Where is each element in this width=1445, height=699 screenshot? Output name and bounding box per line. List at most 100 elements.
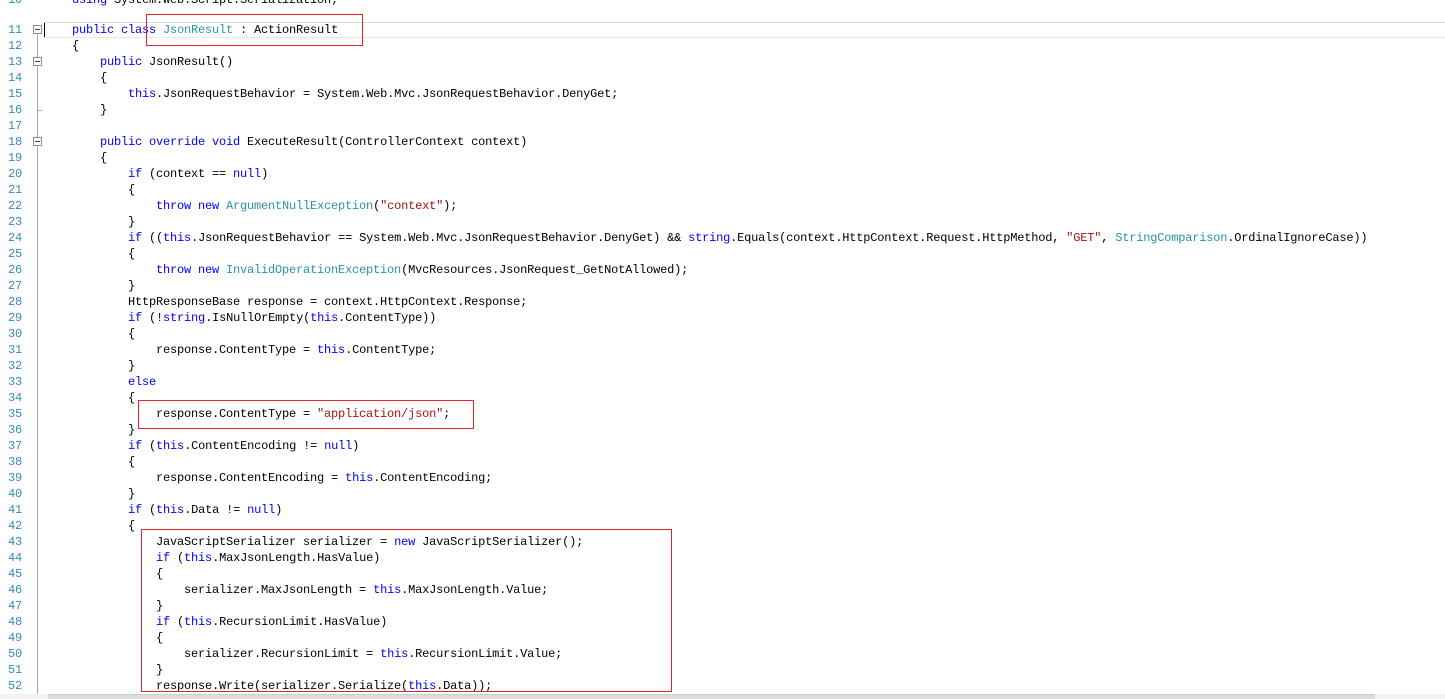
line-number: 11 — [7, 23, 22, 37]
plain-token: .Equals(context.HttpContext.Request.Http… — [730, 231, 1067, 245]
line-number: 14 — [7, 71, 22, 85]
code-text: if (!string.IsNullOrEmpty(this.ContentTy… — [44, 310, 436, 326]
code-text: } — [44, 102, 107, 118]
code-line[interactable]: 39 response.ContentEncoding = this.Conte… — [0, 470, 1445, 486]
code-line[interactable]: 43 JavaScriptSerializer serializer = new… — [0, 534, 1445, 550]
code-line[interactable]: 20 if (context == null) — [0, 166, 1445, 182]
line-number: 24 — [7, 231, 22, 245]
code-line[interactable]: 41 if (this.Data != null) — [0, 502, 1445, 518]
code-line[interactable]: 33 else — [0, 374, 1445, 390]
line-number: 52 — [7, 679, 22, 693]
code-line[interactable]: 46 serializer.MaxJsonLength = this.MaxJs… — [0, 582, 1445, 598]
collapse-icon[interactable] — [33, 137, 42, 146]
code-text: if (this.MaxJsonLength.HasValue) — [44, 550, 380, 566]
line-number: 18 — [7, 135, 22, 149]
collapse-icon[interactable] — [33, 25, 42, 34]
plain-token: } — [44, 359, 136, 373]
code-editor[interactable]: 10 using System.Web.Script.Serialization… — [0, 0, 1445, 699]
code-view[interactable]: 10 using System.Web.Script.Serialization… — [0, 0, 1445, 694]
plain-token: serializer.MaxJsonLength = — [44, 583, 374, 597]
code-line[interactable]: 28 HttpResponseBase response = context.H… — [0, 294, 1445, 310]
line-number: 23 — [7, 215, 22, 229]
horizontal-scrollbar[interactable] — [0, 694, 1445, 699]
line-number: 15 — [7, 87, 22, 101]
code-text: { — [44, 70, 107, 86]
type-token: InvalidOperationException — [219, 263, 402, 277]
code-text: if (this.ContentEncoding != null) — [44, 438, 359, 454]
code-line[interactable]: 18 public override void ExecuteResult(Co… — [0, 134, 1445, 150]
keyword-token: string — [688, 231, 731, 245]
plain-token: .JsonRequestBehavior = System.Web.Mvc.Js… — [156, 87, 619, 101]
code-line[interactable]: 13 public JsonResult() — [0, 54, 1445, 70]
line-number: 39 — [7, 471, 22, 485]
code-text: { — [44, 326, 135, 342]
plain-token: (MvcResources.JsonRequest_GetNotAllowed)… — [401, 263, 689, 277]
code-line[interactable]: 30 { — [0, 326, 1445, 342]
scrollbar-thumb[interactable] — [48, 694, 1375, 699]
code-line[interactable]: 47 } — [0, 598, 1445, 614]
keyword-token: this — [184, 615, 213, 629]
code-line[interactable]: 34 { — [0, 390, 1445, 406]
code-text: public class JsonResult : ActionResult — [44, 22, 338, 38]
code-line[interactable]: 23 } — [0, 214, 1445, 230]
plain-token: System.Web.Script.Serialization; — [107, 0, 339, 7]
code-line[interactable]: 32 } — [0, 358, 1445, 374]
code-line[interactable]: 35 response.ContentType = "application/j… — [0, 406, 1445, 422]
code-line[interactable]: 44 if (this.MaxJsonLength.HasValue) — [0, 550, 1445, 566]
line-number: 42 — [7, 519, 22, 533]
code-line[interactable]: 40 } — [0, 486, 1445, 502]
code-line[interactable]: 48 if (this.RecursionLimit.HasValue) — [0, 614, 1445, 630]
code-line[interactable]: 42 { — [0, 518, 1445, 534]
plain-token: { — [44, 39, 80, 53]
string-token: "context" — [380, 199, 444, 213]
keyword-token: if — [44, 551, 171, 565]
code-text: response.ContentType = this.ContentType; — [44, 342, 436, 358]
code-line[interactable]: 24 if ((this.JsonRequestBehavior == Syst… — [0, 230, 1445, 246]
plain-token: { — [44, 631, 164, 645]
code-line[interactable]: 38 { — [0, 454, 1445, 470]
keyword-token: new — [394, 535, 416, 549]
plain-token: .MaxJsonLength.HasValue) — [212, 551, 381, 565]
code-line[interactable]: 22 throw new ArgumentNullException("cont… — [0, 198, 1445, 214]
code-line[interactable]: 52 response.Write(serializer.Serialize(t… — [0, 678, 1445, 694]
text-caret — [44, 23, 45, 37]
line-number: 28 — [7, 295, 22, 309]
code-line[interactable]: 50 serializer.RecursionLimit = this.Recu… — [0, 646, 1445, 662]
code-text: response.Write(serializer.Serialize(this… — [44, 678, 492, 694]
code-text: { — [44, 246, 135, 262]
collapse-icon[interactable] — [33, 57, 42, 66]
plain-token: ExecuteResult(ControllerContext context) — [240, 135, 528, 149]
code-line[interactable]: 31 response.ContentType = this.ContentTy… — [0, 342, 1445, 358]
code-line[interactable]: 16 } — [0, 102, 1445, 118]
code-line[interactable]: 21 { — [0, 182, 1445, 198]
keyword-token: if — [44, 503, 143, 517]
code-line[interactable]: 26 throw new InvalidOperationException(M… — [0, 262, 1445, 278]
plain-token: .IsNullOrEmpty( — [205, 311, 311, 325]
keyword-token: throw new — [44, 199, 220, 213]
code-line[interactable]: 49 { — [0, 630, 1445, 646]
plain-token: HttpResponseBase response = context.Http… — [44, 295, 528, 309]
code-text: { — [44, 38, 79, 54]
line-number: 48 — [7, 615, 22, 629]
code-line[interactable]: 19 { — [0, 150, 1445, 166]
plain-token: ( — [142, 439, 157, 453]
code-text: else — [44, 374, 156, 390]
keyword-token: if — [44, 231, 143, 245]
code-line[interactable]: 14 { — [0, 70, 1445, 86]
line-number: 45 — [7, 567, 22, 581]
code-line[interactable]: 17 — [0, 118, 1445, 134]
code-line[interactable]: 29 if (!string.IsNullOrEmpty(this.Conten… — [0, 310, 1445, 326]
code-line[interactable]: 27 } — [0, 278, 1445, 294]
plain-token: (context == — [142, 167, 234, 181]
code-line[interactable]: 11 public class JsonResult : ActionResul… — [0, 22, 1445, 38]
code-line[interactable]: 45 { — [0, 566, 1445, 582]
code-line[interactable]: 36 } — [0, 422, 1445, 438]
code-line[interactable]: 15 this.JsonRequestBehavior = System.Web… — [0, 86, 1445, 102]
code-line[interactable]: 10 using System.Web.Script.Serialization… — [0, 0, 1445, 8]
code-line[interactable]: 12 { — [0, 38, 1445, 54]
line-number: 50 — [7, 647, 22, 661]
plain-token: JavaScriptSerializer serializer = — [44, 535, 395, 549]
code-line[interactable]: 25 { — [0, 246, 1445, 262]
code-line[interactable]: 37 if (this.ContentEncoding != null) — [0, 438, 1445, 454]
code-line[interactable]: 51 } — [0, 662, 1445, 678]
